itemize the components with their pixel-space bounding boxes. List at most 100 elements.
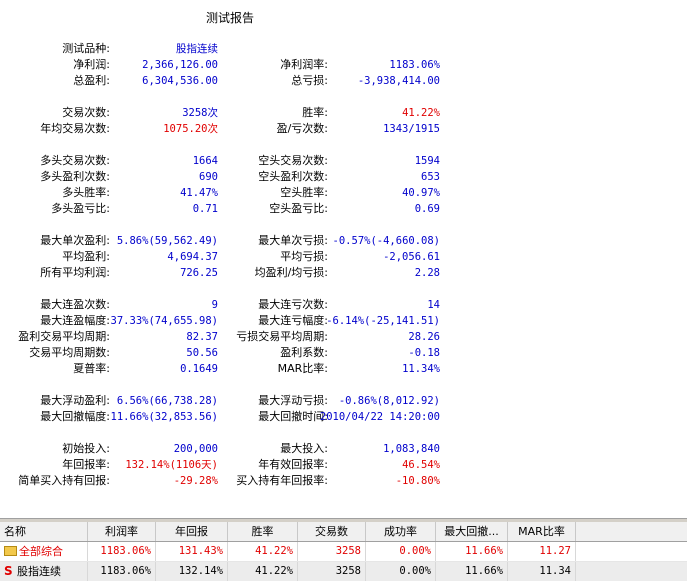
value-left: 41.47% bbox=[180, 187, 218, 199]
label-left: 初始投入: bbox=[62, 442, 110, 455]
strategy-s-icon: S bbox=[4, 564, 13, 578]
report-row: 初始投入: 200,000 最大投入: 1,083,840 bbox=[0, 441, 460, 457]
label-left: 多头盈利次数: bbox=[40, 170, 110, 183]
label-left: 总盈利: bbox=[73, 74, 110, 87]
label-left: 多头盈亏比: bbox=[51, 202, 110, 215]
value-right: 1594 bbox=[414, 155, 440, 167]
report-row: 总盈利: 6,304,536.00 总亏损: -3,938,414.00 bbox=[0, 73, 460, 89]
cell-mar-ratio: 11.27 bbox=[508, 542, 576, 561]
value-right: 28.26 bbox=[408, 331, 440, 343]
label-left: 最大连盈幅度: bbox=[40, 314, 110, 327]
value-left: 9 bbox=[211, 299, 218, 311]
report-row: 最大单次盈利: 5.86%(59,562.49) 最大单次亏损: -0.57%(-4,… bbox=[0, 233, 460, 249]
value-left: 132.14%(1106天) bbox=[125, 459, 218, 471]
value-right: 1,083,840 bbox=[383, 443, 440, 455]
label-left: 盈利交易平均周期: bbox=[18, 330, 110, 343]
value-left: 0.1649 bbox=[180, 363, 218, 375]
cell-annual-return: 132.14% bbox=[156, 562, 228, 581]
report-row: 多头交易次数: 1664 空头交易次数: 1594 bbox=[0, 153, 460, 169]
cell-max-drawdown: 11.66% bbox=[436, 542, 508, 561]
value-left: -29.28% bbox=[173, 475, 218, 487]
label-right: 亏损交易平均周期: bbox=[236, 330, 328, 343]
value-right: 2.28 bbox=[414, 267, 440, 279]
value-left: 690 bbox=[199, 171, 218, 183]
label-left: 净利润: bbox=[73, 58, 110, 71]
label-left: 夏普率: bbox=[73, 362, 110, 375]
label-right: MAR比率: bbox=[277, 362, 328, 375]
value-right: -6.14%(-25,141.51) bbox=[326, 315, 440, 327]
label-left: 最大浮动盈利: bbox=[40, 394, 110, 407]
value-left: 82.37 bbox=[186, 331, 218, 343]
value-left: 200,000 bbox=[173, 443, 218, 455]
results-table: 名称 利润率 年回报 胜率 交易数 成功率 最大回撤... MAR比率 全部综合… bbox=[0, 522, 687, 582]
label-left: 简单买入持有回报: bbox=[18, 474, 110, 487]
label-right: 空头盈亏比: bbox=[269, 202, 328, 215]
label-right: 最大连亏幅度: bbox=[258, 314, 328, 327]
value-left: 1075.20次 bbox=[163, 123, 218, 135]
label-right: 买入持有年回报率: bbox=[236, 474, 328, 487]
row-name: 股指连续 bbox=[17, 565, 61, 578]
value-left: 6.56%(66,738.28) bbox=[116, 395, 218, 407]
cell-annual-return: 131.43% bbox=[156, 542, 228, 561]
report-row: 简单买入持有回报: -29.28% 买入持有年回报率: -10.80% bbox=[0, 473, 460, 489]
report-row: 交易平均周期数: 50.56 盈利系数: -0.18 bbox=[0, 345, 460, 361]
value-left: 5.86%(59,562.49) bbox=[116, 235, 218, 247]
label-right: 空头胜率: bbox=[280, 186, 328, 199]
label-left: 测试品种: bbox=[62, 42, 110, 55]
column-header-profit-rate[interactable]: 利润率 bbox=[88, 522, 156, 541]
row-name: 全部综合 bbox=[19, 545, 63, 558]
report-row: 最大连盈次数: 9 最大连亏次数: 14 bbox=[0, 297, 460, 313]
label-right: 胜率: bbox=[302, 106, 328, 119]
value-left: 3258次 bbox=[182, 107, 218, 119]
column-header-name[interactable]: 名称 bbox=[0, 522, 88, 541]
report-row: 最大连盈幅度: 37.33%(74,655.98) 最大连亏幅度: -6.14%(-2… bbox=[0, 313, 460, 329]
label-right: 最大单次亏损: bbox=[258, 234, 328, 247]
column-header-win-rate[interactable]: 胜率 bbox=[228, 522, 298, 541]
value-right: -2,056.61 bbox=[383, 251, 440, 263]
value-right: 0.69 bbox=[414, 203, 440, 215]
report-row: 盈利交易平均周期: 82.37 亏损交易平均周期: 28.26 bbox=[0, 329, 460, 345]
value-left: 11.66%(32,853.56) bbox=[110, 411, 218, 423]
cell-win-rate: 41.22% bbox=[228, 562, 298, 581]
value-right: 653 bbox=[421, 171, 440, 183]
label-right: 净利润率: bbox=[280, 58, 328, 71]
label-left: 多头胜率: bbox=[62, 186, 110, 199]
label-right: 平均亏损: bbox=[280, 250, 328, 263]
label-right: 空头交易次数: bbox=[258, 154, 328, 167]
cell-max-drawdown: 11.66% bbox=[436, 562, 508, 581]
report-title: 测试报告 bbox=[205, 11, 254, 25]
label-right: 均盈利/均亏损: bbox=[254, 266, 328, 279]
value-right: -0.18 bbox=[408, 347, 440, 359]
report-row: 夏普率: 0.1649 MAR比率: 11.34% bbox=[0, 361, 460, 377]
label-left: 最大连盈次数: bbox=[40, 298, 110, 311]
cell-profit-rate: 1183.06% bbox=[88, 562, 156, 581]
column-header-mar-ratio[interactable]: MAR比率 bbox=[508, 522, 576, 541]
label-right: 盈利系数: bbox=[280, 346, 328, 359]
test-report-panel: 测试报告 测试品种: 股指连续 净利润: 2,366,126.00 净利润率: 1183.… bbox=[0, 0, 687, 520]
column-header-max-drawdown[interactable]: 最大回撤... bbox=[436, 522, 508, 541]
report-row: 测试品种: 股指连续 bbox=[0, 41, 460, 57]
value-left: 1664 bbox=[192, 155, 218, 167]
label-right: 最大回撤时间: bbox=[258, 410, 328, 423]
label-right: 最大连亏次数: bbox=[258, 298, 328, 311]
label-left: 年均交易次数: bbox=[40, 122, 110, 135]
report-row: 年均交易次数: 1075.20次 盈/亏次数: 1343/1915 bbox=[0, 121, 460, 137]
value-right: 14 bbox=[427, 299, 440, 311]
label-right: 盈/亏次数: bbox=[276, 122, 328, 135]
value-right: 41.22% bbox=[402, 107, 440, 119]
value-right: 1343/1915 bbox=[383, 123, 440, 135]
value-left: 726.25 bbox=[180, 267, 218, 279]
table-row[interactable]: 全部综合 1183.06% 131.43% 41.22% 3258 0.00% … bbox=[0, 542, 687, 562]
value-right: -0.57%(-4,660.08) bbox=[332, 235, 440, 247]
label-right: 最大浮动亏损: bbox=[258, 394, 328, 407]
value-right: 2010/04/22 14:20:00 bbox=[319, 411, 440, 423]
table-row[interactable]: S 股指连续 1183.06% 132.14% 41.22% 3258 0.00%… bbox=[0, 562, 687, 581]
report-row: 平均盈利: 4,694.37 平均亏损: -2,056.61 bbox=[0, 249, 460, 265]
report-row: 净利润: 2,366,126.00 净利润率: 1183.06% bbox=[0, 57, 460, 73]
column-header-success-rate[interactable]: 成功率 bbox=[366, 522, 436, 541]
column-header-annual-return[interactable]: 年回报 bbox=[156, 522, 228, 541]
value-left: 股指连续 bbox=[176, 43, 218, 55]
column-header-trades[interactable]: 交易数 bbox=[298, 522, 366, 541]
label-left: 交易次数: bbox=[62, 106, 110, 119]
value-right: 1183.06% bbox=[389, 59, 440, 71]
